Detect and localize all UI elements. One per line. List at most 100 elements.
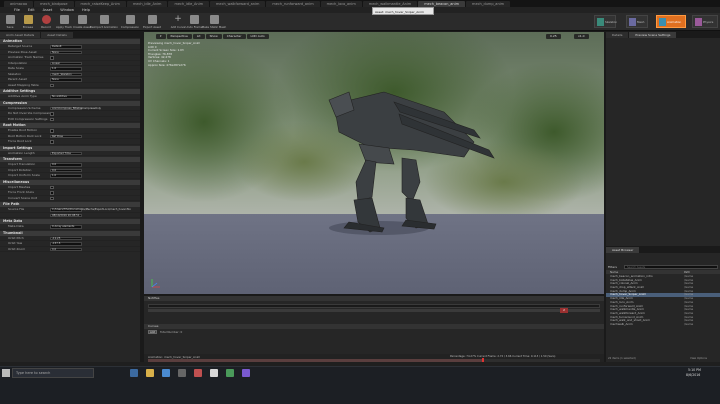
property-checkbox[interactable] — [50, 129, 54, 133]
property-label: Retarget Source — [8, 44, 33, 48]
asset-search-input[interactable]: Search Assets — [624, 265, 718, 269]
notifies-header[interactable]: Notifies — [144, 296, 604, 301]
tab-details[interactable]: Details — [606, 32, 629, 38]
details-property-row: Convert Scene Unit — [0, 196, 140, 201]
property-value-field[interactable]: -157.5 — [50, 242, 82, 246]
taskview-icon[interactable] — [130, 369, 138, 377]
property-value-field[interactable]: Exported Time — [50, 151, 82, 156]
details-property-row: Additive Anim Type No additive — [0, 94, 140, 100]
property-value-field[interactable]: 1.0 — [50, 174, 82, 178]
details-property-row: Edit Compression Settings — [0, 117, 140, 122]
notify-track[interactable] — [148, 304, 600, 308]
speed-field[interactable]: x1.0 — [574, 33, 589, 39]
frame-ruler[interactable] — [148, 309, 600, 312]
property-value-field[interactable]: 08/10/2016 20:08:51 — [50, 213, 82, 218]
property-value-field[interactable]: 0.0 — [50, 163, 82, 167]
animation-mode-button[interactable]: Animation — [656, 15, 686, 28]
property-value-field[interactable]: 0.0 — [50, 247, 82, 252]
property-checkbox[interactable] — [50, 185, 54, 190]
frame-marker[interactable]: 2 — [560, 308, 568, 313]
asset-list-item[interactable]: mechwalk_Anim/Game — [606, 322, 720, 327]
add-curve-dropdown[interactable]: Add — [148, 330, 157, 334]
apply-track-button[interactable]: Apply Track — [56, 14, 72, 30]
property-value-field[interactable]: No additive — [50, 95, 82, 99]
viewport-toolbar: ▾ Perspective Lit Show Character LOD Aut… — [144, 32, 604, 40]
curves-header[interactable]: Curves — [144, 324, 604, 329]
menu-asset[interactable]: Asset — [43, 8, 53, 12]
compression-button[interactable]: Compression — [121, 14, 139, 30]
property-checkbox[interactable] — [50, 196, 54, 201]
add-curve-button[interactable]: + Add Curve — [170, 14, 186, 30]
property-checkbox[interactable] — [50, 56, 54, 60]
details-property-row: Meta Data 0 Array elements — [0, 224, 140, 230]
property-value-field[interactable]: None — [50, 50, 82, 55]
property-value-field[interactable]: Linear — [50, 61, 82, 66]
property-label: Asset Mapping Table — [8, 82, 39, 87]
character-button[interactable]: Character — [222, 33, 246, 39]
property-value-field[interactable]: mech_Skeleton — [50, 72, 82, 77]
menu-file[interactable]: File — [14, 8, 20, 12]
property-value-field[interactable]: None — [50, 78, 82, 82]
property-checkbox[interactable] — [50, 112, 54, 116]
browse-button[interactable]: Browse — [20, 14, 36, 30]
save-icon — [5, 15, 15, 24]
property-label: Force Root Lock — [8, 139, 32, 143]
tab-preview-scene-settings[interactable]: Preview Scene Settings — [629, 32, 677, 38]
reimport-button[interactable]: Reimport Animation — [90, 14, 118, 30]
document-tab-bar: animacao mech_bindpose mech_raiseKeep_Anim… — [0, 0, 720, 7]
property-checkbox[interactable] — [50, 117, 54, 122]
mesh-mode-button[interactable]: Mesh — [626, 15, 648, 28]
property-value-field[interactable]: Default — [50, 45, 82, 49]
lit-button[interactable]: Lit — [192, 33, 205, 39]
property-value-field[interactable]: 1.0 — [50, 67, 82, 71]
scene-render — [144, 32, 604, 294]
property-checkbox[interactable] — [50, 140, 54, 144]
perspective-button[interactable]: Perspective — [166, 33, 192, 39]
tab-anim-asset-details[interactable]: Anim Asset Details — [0, 32, 41, 38]
taskbar-search-input[interactable]: Type here to search — [12, 368, 94, 378]
unreal-editor-icon[interactable] — [210, 369, 218, 377]
viewport[interactable]: ▾ Perspective Lit Show Character LOD Aut… — [144, 32, 604, 294]
lod-auto-button[interactable]: LOD Auto — [246, 33, 269, 39]
view-options-button[interactable]: View Options — [690, 357, 707, 360]
property-value-field[interactable]: Ref Pose — [50, 134, 82, 139]
property-checkbox[interactable] — [50, 83, 54, 88]
store-icon[interactable] — [178, 369, 186, 377]
windows-start-icon[interactable] — [2, 369, 10, 377]
explorer-icon[interactable] — [146, 369, 154, 377]
mesh-icon — [629, 18, 636, 26]
menu-window[interactable]: Window — [60, 8, 74, 12]
menu-edit[interactable]: Edit — [28, 8, 35, 12]
edge-icon[interactable] — [162, 369, 170, 377]
app-icon-3[interactable] — [242, 369, 250, 377]
asset-tooltip: Asset: mech_hover_Sniper_Anim — [372, 7, 434, 15]
property-value-field[interactable]: AnimCompress_BitwiseCompressOnly — [50, 106, 101, 111]
property-value-field[interactable]: 0.0 — [50, 168, 82, 173]
filters-button[interactable]: Filters — [608, 265, 622, 269]
app-icon-1[interactable] — [194, 369, 202, 377]
property-label: Skeleton — [8, 71, 21, 76]
show-button[interactable]: Show — [205, 33, 222, 39]
fov-field[interactable]: 0.25 — [546, 33, 561, 39]
physics-mode-button[interactable]: Physics — [692, 15, 718, 28]
skeleton-mode-button[interactable]: Skeleton — [594, 15, 617, 28]
undo-frame-button[interactable]: Undo Frame — [186, 14, 202, 30]
property-value-field[interactable]: C:/Users/Tiho/Documents/Mechs/ExportLoco… — [50, 208, 131, 212]
make-static-mesh-button[interactable]: Make Static Mesh — [202, 14, 226, 30]
tab-asset-details[interactable]: Asset Details — [41, 32, 73, 38]
app-icon-2[interactable] — [226, 369, 234, 377]
create-asset-button[interactable]: Create Asset — [73, 14, 91, 30]
viewport-options-button[interactable]: ▾ — [156, 33, 166, 39]
record-button[interactable]: Record — [38, 14, 54, 30]
save-button[interactable]: Save — [2, 14, 18, 30]
property-checkbox[interactable] — [50, 191, 54, 195]
menu-help[interactable]: Help — [82, 8, 90, 12]
export-asset-button[interactable]: Export Asset — [143, 14, 161, 30]
property-label: Import Translation — [8, 162, 36, 166]
tab-asset-browser[interactable]: Asset Browser — [606, 247, 640, 253]
property-value-field[interactable]: -11.25 — [50, 236, 82, 241]
details-property-row: 08/10/2016 20:08:51 — [0, 213, 140, 218]
export-icon — [147, 15, 157, 24]
property-value-field[interactable]: 0 Array elements — [50, 225, 82, 229]
details-panel: Anim Asset Details Asset Details Animati… — [0, 32, 140, 364]
